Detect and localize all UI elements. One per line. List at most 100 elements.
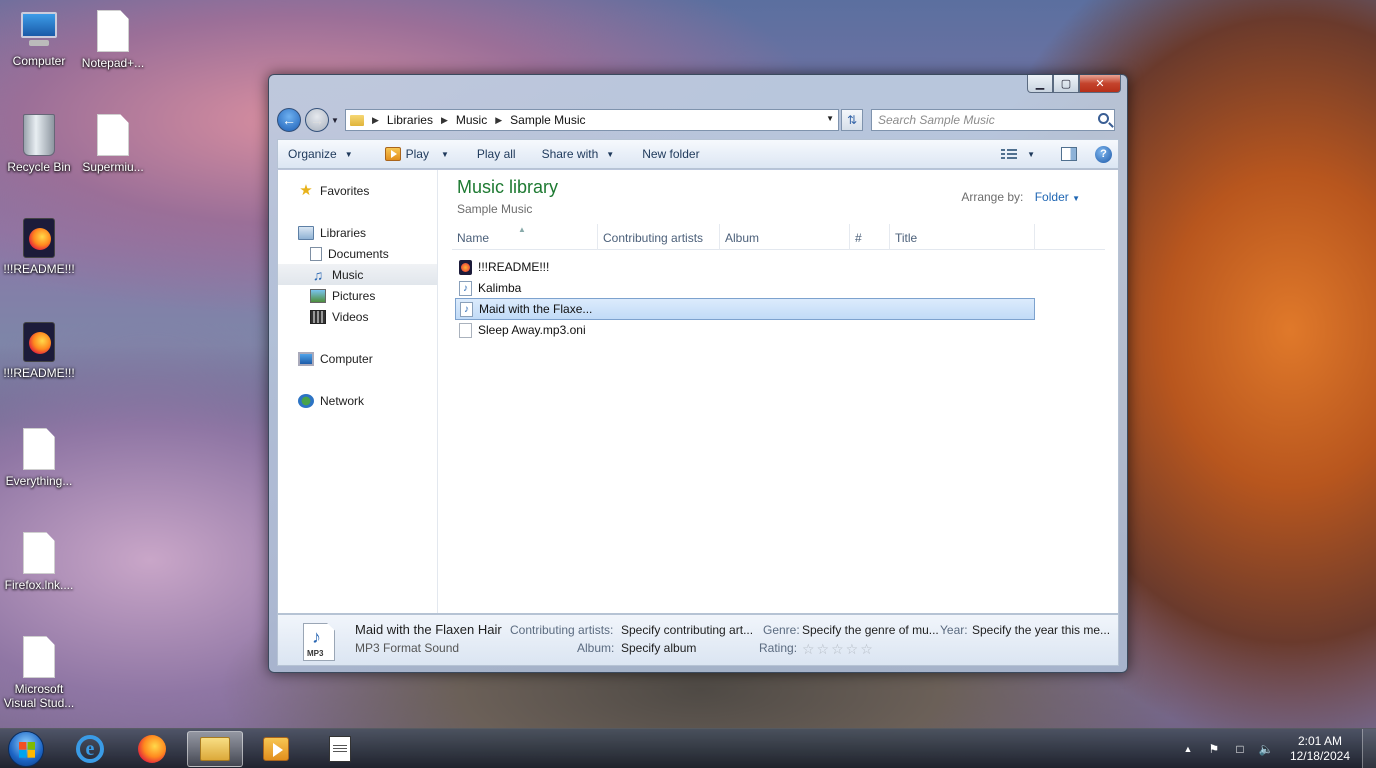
breadcrumb-separator-icon[interactable]: ▶ (372, 115, 379, 126)
computer-icon (17, 10, 61, 50)
contributing-artists-label: Contributing artists: (510, 623, 614, 637)
desktop-icon-firefox-lnk[interactable]: Firefox.lnk.... (0, 532, 78, 592)
desktop-icon-everything[interactable]: Everything... (0, 428, 78, 488)
chevron-down-icon: ▼ (606, 149, 615, 159)
desktop-icon-label: !!!README!!! (3, 366, 75, 380)
action-center-flag-icon[interactable]: ⚑ (1206, 741, 1222, 757)
recent-pages-dropdown[interactable]: ▼ (331, 116, 341, 125)
file-row-selected[interactable]: ♪ Maid with the Flaxe... (455, 298, 1035, 320)
breadcrumb-separator-icon[interactable]: ▶ (495, 115, 502, 126)
arrange-by-dropdown[interactable]: Folder ▼ (1035, 190, 1080, 204)
organize-button[interactable]: Organize ▼ (278, 140, 363, 168)
address-dropdown-icon[interactable]: ▼ (826, 114, 834, 123)
nav-item-label: Computer (320, 351, 373, 366)
play-button[interactable]: Play ▼ (375, 140, 459, 168)
genre-label: Genre: (763, 623, 800, 637)
taskbar: e ▲ ⚑ □ 🔈 2:01 AM 12/18/2024 (0, 728, 1376, 768)
show-hidden-icons-icon[interactable]: ▲ (1180, 741, 1196, 757)
libraries-icon (298, 225, 314, 240)
rating-label: Rating: (759, 641, 798, 655)
column-header-contributing-artists[interactable]: Contributing artists (598, 224, 720, 250)
desktop-icon-recycle-bin[interactable]: Recycle Bin (0, 114, 78, 174)
back-arrow-icon: ← (282, 112, 296, 128)
breadcrumb-separator-icon[interactable]: ▶ (441, 115, 448, 126)
genre-field[interactable]: Specify the genre of mu... (802, 623, 939, 637)
nav-item-libraries[interactable]: Libraries (278, 222, 437, 243)
taskbar-windows-explorer[interactable] (187, 731, 243, 767)
firefox-html-icon (23, 322, 55, 362)
taskbar-firefox[interactable] (124, 731, 180, 767)
column-header-track-number[interactable]: # (850, 224, 890, 250)
arrange-by-label: Arrange by: (961, 190, 1024, 204)
desktop-icon-readme-2[interactable]: !!!README!!! (0, 322, 78, 380)
nav-item-label: Pictures (332, 288, 376, 303)
album-label: Album: (577, 641, 615, 655)
nav-item-favorites[interactable]: ★ Favorites (278, 180, 437, 201)
desktop-icon-computer[interactable]: Computer (0, 10, 78, 68)
taskbar-notepad[interactable] (312, 731, 368, 767)
change-view-icon[interactable] (1001, 148, 1018, 160)
minimize-button[interactable]: ▁ (1027, 75, 1053, 93)
desktop-icon-readme-1[interactable]: !!!README!!! (0, 218, 78, 276)
breadcrumb-libraries[interactable]: Libraries (387, 113, 433, 127)
desktop-icon-label: Computer (12, 54, 66, 68)
column-header-title[interactable]: Title (890, 224, 1035, 250)
taskbar-windows-media-player[interactable] (248, 731, 304, 767)
nav-item-computer[interactable]: Computer (278, 348, 437, 369)
new-folder-button[interactable]: New folder (632, 140, 709, 168)
firefox-icon (138, 735, 166, 763)
close-button[interactable]: ✕ (1079, 75, 1121, 93)
file-list-pane: Music library Sample Music Arrange by: F… (438, 170, 1118, 613)
breadcrumb-sample-music[interactable]: Sample Music (510, 113, 585, 127)
nav-item-documents[interactable]: Documents (278, 243, 437, 264)
back-button[interactable]: ← (277, 108, 301, 132)
maximize-button[interactable]: ▢ (1053, 75, 1079, 93)
chevron-down-icon: ▼ (1072, 194, 1080, 203)
play-label: Play (405, 147, 429, 161)
nav-item-pictures[interactable]: Pictures (278, 285, 437, 306)
column-header-album[interactable]: Album (720, 224, 850, 250)
nav-item-label: Videos (332, 309, 369, 324)
file-row[interactable]: ♪ Kalimba (455, 277, 1035, 299)
preview-pane-icon[interactable] (1061, 147, 1077, 161)
nav-item-videos[interactable]: Videos (278, 306, 437, 327)
volume-muted-icon[interactable]: 🔈 (1258, 741, 1274, 757)
music-file-icon: ♪ (460, 301, 473, 317)
network-status-icon[interactable]: □ (1232, 741, 1248, 757)
nav-item-label: Network (320, 393, 365, 408)
refresh-icon: ⇅ (846, 113, 858, 127)
play-all-button[interactable]: Play all (467, 140, 526, 168)
contributing-artists-field[interactable]: Specify contributing art... (621, 623, 753, 637)
nav-item-network[interactable]: Network (278, 390, 437, 411)
desktop-icon-notepad[interactable]: Notepad+... (74, 10, 152, 70)
file-row[interactable]: !!!README!!! (455, 256, 1035, 278)
show-desktop-button[interactable] (1362, 729, 1376, 768)
file-row[interactable]: Sleep Away.mp3.oni (455, 319, 1035, 341)
search-icon[interactable] (1098, 113, 1109, 124)
clock[interactable]: 2:01 AM 12/18/2024 (1290, 734, 1350, 764)
chevron-down-icon[interactable]: ▼ (1027, 150, 1035, 159)
nav-item-music[interactable]: ♫ Music (278, 264, 437, 285)
address-bar[interactable]: ▶ Libraries ▶ Music ▶ Sample Music ▼ (345, 109, 839, 131)
search-input[interactable]: Search Sample Music (871, 109, 1115, 131)
desktop-icon-label: Notepad+... (81, 56, 145, 70)
column-header-name[interactable]: ▲ Name (452, 224, 598, 250)
taskbar-internet-explorer[interactable]: e (62, 731, 118, 767)
start-button[interactable] (8, 731, 44, 767)
desktop-icon-supermiu[interactable]: Supermiu... (74, 114, 152, 174)
year-field[interactable]: Specify the year this me... (972, 623, 1110, 637)
share-with-button[interactable]: Share with ▼ (532, 140, 625, 168)
rating-stars[interactable]: ☆☆☆☆☆ (802, 641, 875, 658)
forward-button[interactable]: → (305, 108, 329, 132)
refresh-button[interactable]: ⇅ (841, 109, 863, 131)
document-icon (97, 10, 129, 52)
command-bar: Organize ▼ Play ▼ Play all Share with ▼ … (277, 139, 1119, 169)
help-icon[interactable]: ? (1095, 145, 1112, 163)
breadcrumb-music[interactable]: Music (456, 113, 487, 127)
document-icon (97, 114, 129, 156)
desktop-icon-visual-studio[interactable]: Microsoft Visual Stud... (0, 636, 78, 710)
notepad-icon (329, 736, 351, 762)
album-field[interactable]: Specify album (621, 641, 696, 655)
folder-icon (350, 114, 364, 126)
file-name: Sleep Away.mp3.oni (478, 323, 586, 337)
